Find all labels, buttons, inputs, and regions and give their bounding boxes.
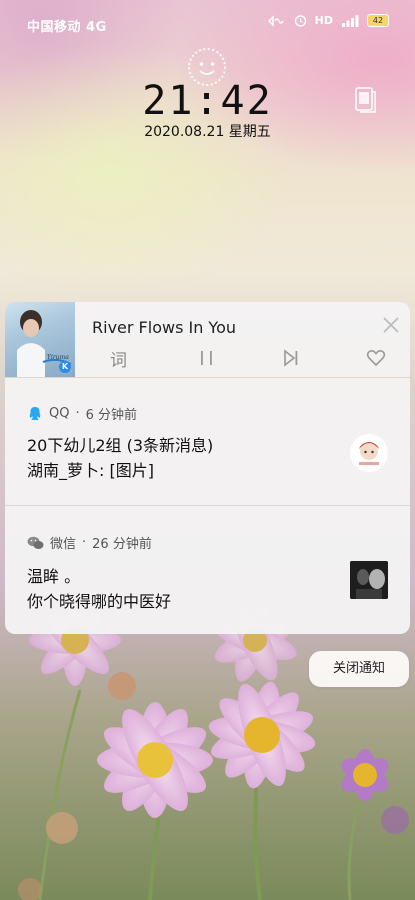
next-track-icon[interactable] — [282, 346, 300, 370]
notification-item[interactable]: 微信 · 26 分钟前 温眸 。 你个晓得哪的中医好 — [5, 507, 410, 634]
app-name: 微信 — [50, 537, 77, 552]
music-player-card[interactable]: Yiruma K River Flows In You 词 — [5, 302, 410, 377]
lock-screen: 中国移动 4G HD 42 21:42 2020.08.21 星期五 Yirum… — [0, 0, 415, 900]
notification-time: 26 分钟前 — [92, 537, 152, 552]
notification-time: 6 分钟前 — [85, 408, 138, 423]
notifications-panel: QQ · 6 分钟前 20下幼儿2组 (3条新消息) 湖南_萝卜: [图片] 微… — [5, 378, 410, 634]
hd-icon: HD — [314, 14, 333, 27]
separator-dot: · — [75, 406, 80, 421]
avatar — [350, 434, 388, 472]
song-title: River Flows In You — [92, 318, 237, 337]
alarm-icon — [294, 15, 306, 27]
notification-body: 湖南_萝卜: [图片] — [27, 461, 154, 480]
lock-date: 2020.08.21 星期五 — [144, 124, 271, 140]
notification-body: 你个晓得哪的中医好 — [27, 592, 172, 611]
signal-icon — [342, 15, 359, 27]
close-notifications-button[interactable]: 关闭通知 — [309, 651, 409, 687]
album-text: Yiruma — [47, 354, 69, 361]
close-icon[interactable] — [382, 316, 400, 334]
music-controls: 词 — [110, 346, 390, 372]
separator-dot: · — [82, 535, 87, 550]
divider — [5, 505, 410, 506]
notification-item[interactable]: QQ · 6 分钟前 20下幼儿2组 (3条新消息) 湖南_萝卜: [图片] — [5, 378, 410, 506]
notification-title: 20下幼儿2组 (3条新消息) — [27, 436, 214, 455]
album-cover[interactable]: Yiruma K — [5, 302, 75, 377]
carrier-label: 中国移动 4G — [27, 20, 107, 35]
notification-title: 温眸 。 — [27, 567, 81, 586]
kugou-badge-icon: K — [59, 361, 71, 373]
lyrics-button[interactable]: 词 — [110, 346, 127, 371]
avatar — [350, 561, 388, 599]
notification-header: QQ · 6 分钟前 — [27, 404, 137, 423]
notes-icon[interactable] — [353, 86, 377, 114]
wechat-icon — [27, 536, 44, 549]
notification-header: 微信 · 26 分钟前 — [27, 533, 152, 552]
nfc-icon — [267, 14, 284, 27]
status-icons: HD 42 — [267, 14, 389, 27]
pause-icon[interactable] — [198, 346, 216, 370]
qq-icon — [29, 406, 41, 420]
app-name: QQ — [49, 406, 70, 421]
status-bar: 中国移动 4G HD 42 — [0, 0, 415, 48]
battery-icon: 42 — [367, 14, 389, 27]
heart-icon[interactable] — [365, 346, 387, 370]
